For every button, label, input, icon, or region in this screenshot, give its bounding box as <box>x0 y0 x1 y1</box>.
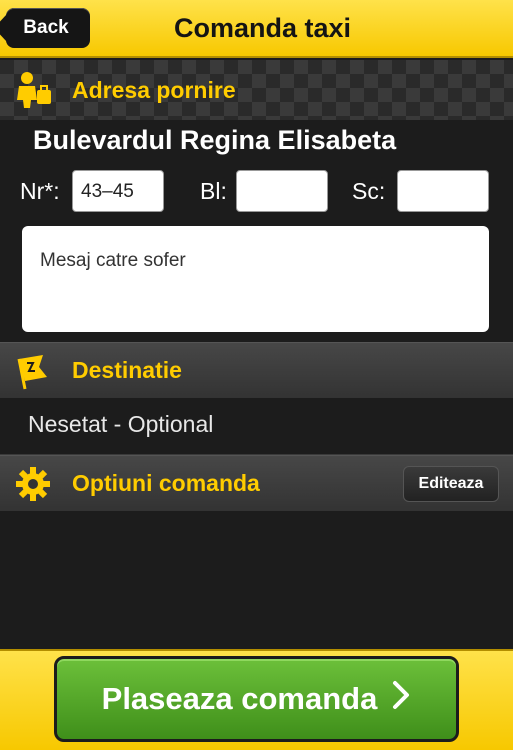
nr-label: Nr*: <box>20 178 60 204</box>
nr-field[interactable]: 43–45 <box>72 170 164 212</box>
driver-message-field[interactable]: Mesaj catre sofer <box>22 226 489 332</box>
edit-options-button[interactable]: Editeaza <box>403 466 499 502</box>
destination-section-title: Destinatie <box>72 357 182 383</box>
pickup-street[interactable]: Bulevardul Regina Elisabeta <box>33 125 396 156</box>
place-order-button[interactable]: Plaseaza comanda <box>54 656 459 742</box>
person-luggage-icon <box>12 69 54 111</box>
destination-section-header: Destinatie <box>0 342 513 398</box>
top-bar: Back Comanda taxi <box>0 0 513 58</box>
bl-label: Bl: <box>200 178 227 204</box>
pickup-section-header: Adresa pornire <box>0 60 513 120</box>
sc-field[interactable] <box>397 170 489 212</box>
bl-field[interactable] <box>236 170 328 212</box>
page-title: Comanda taxi <box>173 12 352 43</box>
place-order-label: Plaseaza comanda <box>101 681 378 716</box>
flag-icon <box>12 350 54 392</box>
options-section-title: Optiuni comanda <box>72 470 260 496</box>
gear-icon <box>12 463 54 505</box>
pickup-section-title: Adresa pornire <box>72 76 236 103</box>
sc-label: Sc: <box>352 178 386 204</box>
destination-value[interactable]: Nesetat - Optional <box>28 411 213 438</box>
chevron-right-icon <box>391 680 411 719</box>
